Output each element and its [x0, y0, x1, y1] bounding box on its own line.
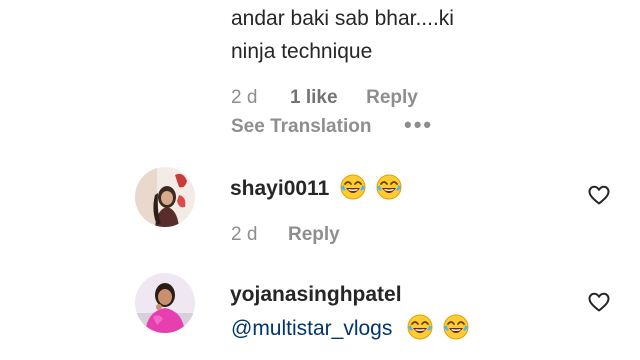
comment-age: 2 d — [231, 224, 258, 245]
comment-age: 2 d — [231, 87, 258, 108]
comment-meta: 2 d Reply — [231, 224, 340, 246]
avatar-image — [135, 167, 195, 227]
more-options-icon[interactable]: ••• — [404, 112, 433, 138]
face-with-tears-of-joy-icon — [407, 314, 433, 340]
face-with-tears-of-joy-icon — [376, 174, 402, 200]
likes-count[interactable]: 1 like — [290, 87, 338, 108]
comment-text: andar baki sab bhar....ki ninja techniqu… — [231, 2, 551, 68]
avatar[interactable] — [135, 273, 195, 333]
comment-text-line: ninja technique — [231, 40, 373, 63]
comment-text-line: andar baki sab bhar....ki — [231, 7, 454, 30]
mention-link[interactable]: @multistar_vlogs — [231, 317, 392, 340]
heart-icon[interactable] — [587, 183, 611, 207]
avatar-image — [135, 273, 195, 333]
comment-header: yojanasinghpatel — [230, 283, 402, 307]
face-with-tears-of-joy-icon — [443, 314, 469, 340]
reply-button[interactable]: Reply — [288, 224, 340, 245]
comment-text: @multistar_vlogs — [231, 314, 469, 341]
comment-meta: 2 d 1 like Reply — [231, 87, 418, 109]
comment-header: shayi0011 — [230, 174, 402, 201]
reply-button[interactable]: Reply — [366, 87, 418, 108]
avatar[interactable] — [135, 167, 195, 227]
see-translation-button[interactable]: See Translation — [231, 116, 371, 138]
face-with-tears-of-joy-icon — [340, 174, 366, 200]
username[interactable]: yojanasinghpatel — [230, 283, 402, 306]
heart-icon[interactable] — [587, 290, 611, 314]
username[interactable]: shayi0011 — [230, 177, 329, 200]
